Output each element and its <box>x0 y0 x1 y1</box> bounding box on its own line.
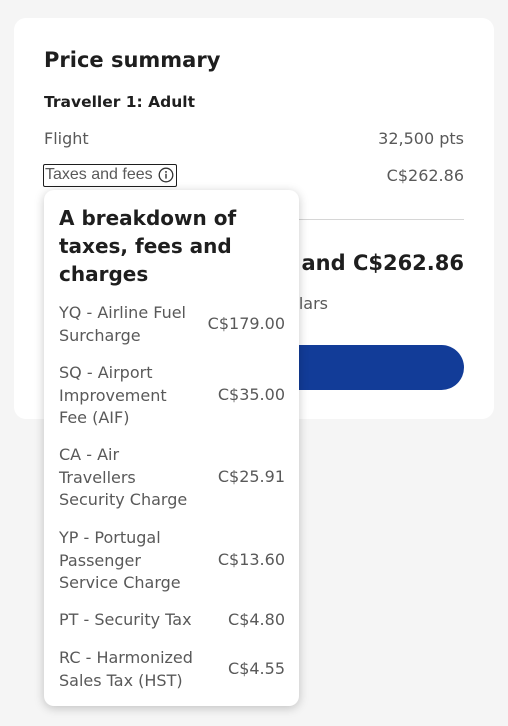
flight-label: Flight <box>44 129 89 148</box>
taxes-and-fees-button[interactable]: Taxes and fees <box>43 164 177 187</box>
fee-amount: C$4.55 <box>228 659 285 678</box>
fee-name: CA - Air Travellers Security Charge <box>59 445 188 509</box>
taxes-label: Taxes and fees <box>45 166 153 183</box>
taxes-breakdown-popover: A breakdown of taxes, fees and charges Y… <box>44 190 299 706</box>
currency-note: lars <box>298 294 328 313</box>
fee-amount: C$13.60 <box>217 550 285 569</box>
fee-amount: C$4.80 <box>228 610 285 629</box>
flight-value: 32,500 pts <box>378 129 464 148</box>
total-price: ts and C$262.86 <box>271 251 464 275</box>
popover-title: A breakdown of taxes, fees and charges <box>59 206 237 286</box>
fee-name: PT - Security Tax <box>59 610 192 629</box>
fee-name: SQ - Airport Improvement Fee (AIF) <box>59 363 167 427</box>
fee-name: RC - Harmonized Sales Tax (HST) <box>59 648 193 690</box>
fee-amount: C$25.91 <box>217 467 285 486</box>
traveller-heading: Traveller 1: Adult <box>44 93 195 111</box>
taxes-row: Taxes and fees C$262.86 <box>43 164 464 187</box>
info-icon <box>158 167 174 183</box>
fee-name: YQ - Airline Fuel Surcharge <box>59 303 186 345</box>
fee-amount: C$35.00 <box>217 385 285 404</box>
taxes-value: C$262.86 <box>386 166 464 185</box>
price-summary-title: Price summary <box>44 48 221 72</box>
fee-name: YP - Portugal Passenger Service Charge <box>59 528 181 592</box>
flight-row: Flight 32,500 pts <box>44 129 464 148</box>
fee-amount: C$179.00 <box>207 314 285 333</box>
